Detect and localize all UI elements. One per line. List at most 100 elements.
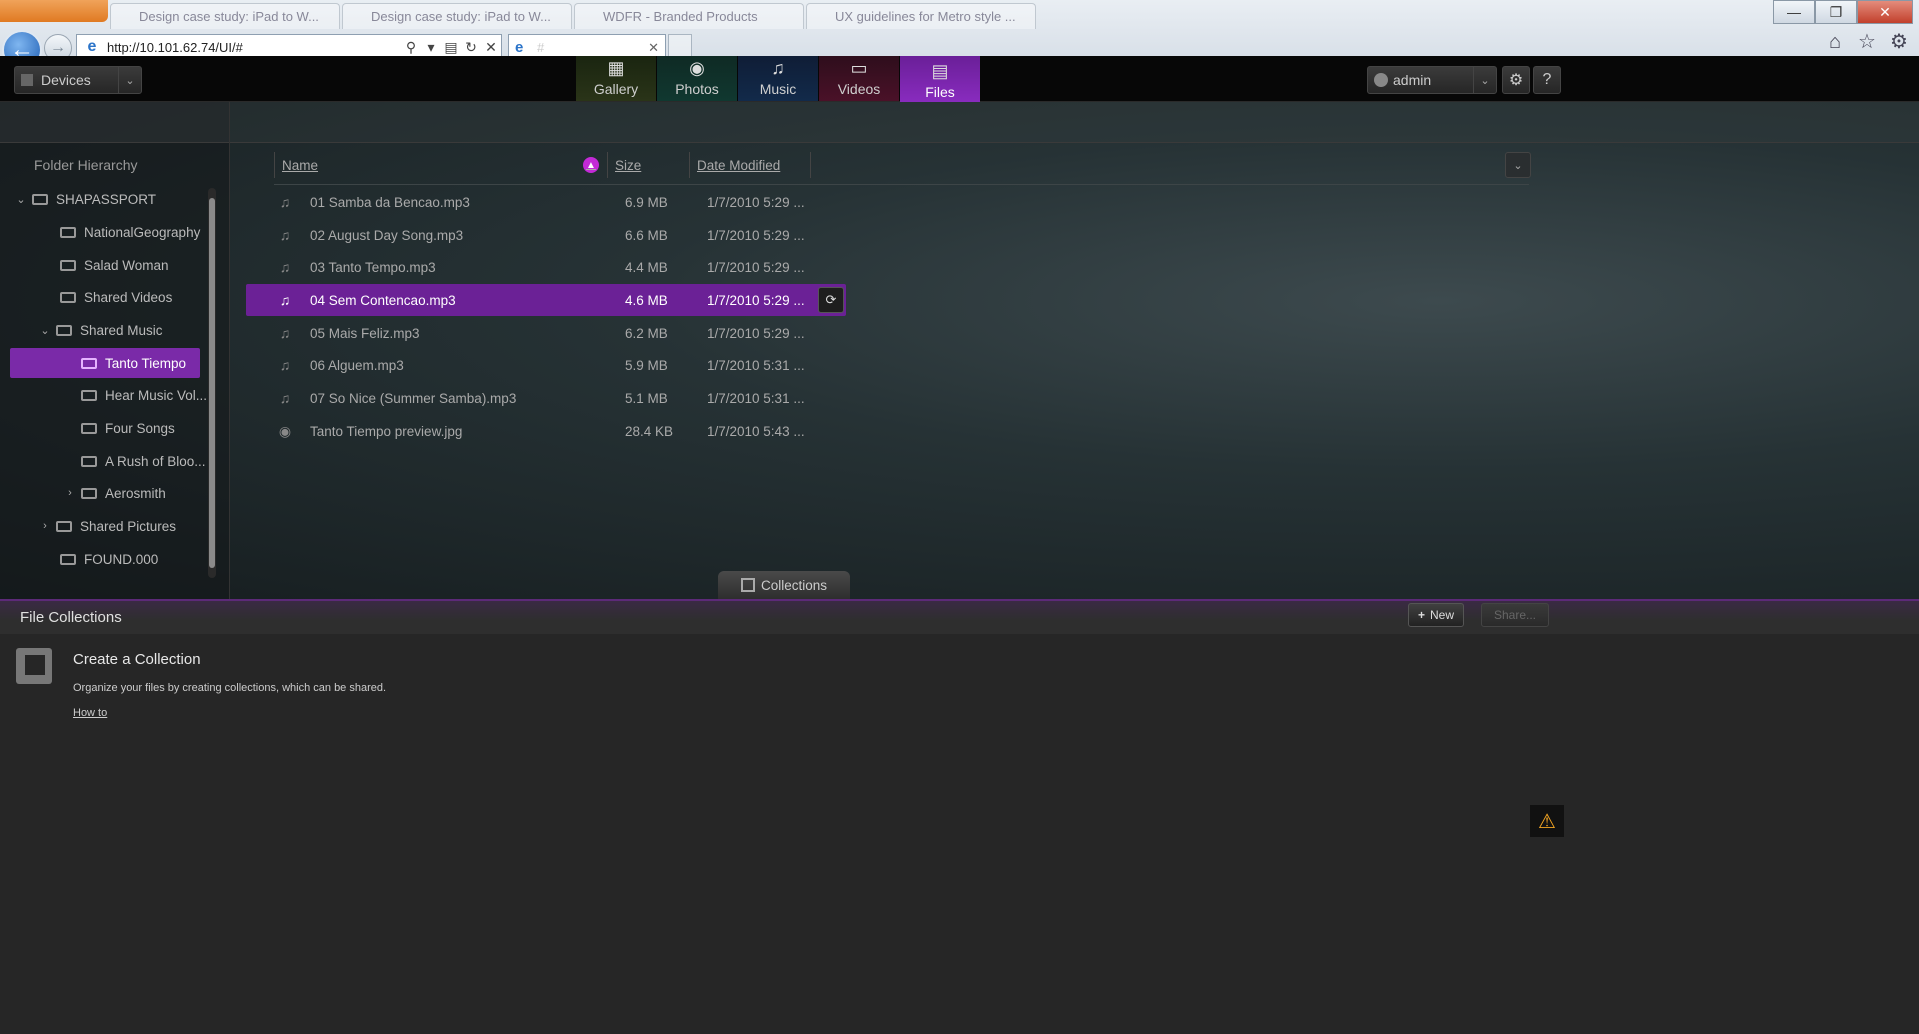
folder-label: A Rush of Bloo... bbox=[105, 453, 206, 469]
file-row[interactable]: ♫ 02 August Day Song.mp3 6.6 MB 1/7/2010… bbox=[246, 219, 846, 251]
address-url[interactable]: http://10.101.62.74/UI/# bbox=[107, 40, 401, 55]
folder-item-shared-pictures[interactable]: › Shared Pictures bbox=[38, 511, 202, 541]
file-date: 1/7/2010 5:29 ... bbox=[707, 227, 805, 243]
music-note-icon: ♫ bbox=[279, 357, 291, 373]
folder-item-rush-of-blood[interactable]: A Rush of Bloo... bbox=[63, 446, 208, 476]
how-to-link[interactable]: How to bbox=[73, 707, 107, 719]
file-row[interactable]: ♫ 06 Alguem.mp3 5.9 MB 1/7/2010 5:31 ... bbox=[246, 349, 846, 381]
maximize-button[interactable]: ❐ bbox=[1815, 0, 1857, 24]
tools-gear-icon[interactable]: ⚙ bbox=[1887, 30, 1911, 54]
collection-icon bbox=[740, 578, 755, 592]
browser-menu-button[interactable] bbox=[0, 0, 108, 22]
file-name: 05 Mais Feliz.mp3 bbox=[310, 325, 420, 341]
collections-tab[interactable]: Collections bbox=[718, 571, 850, 599]
file-size: 6.6 MB bbox=[625, 227, 668, 243]
file-date: 1/7/2010 5:29 ... bbox=[707, 259, 805, 275]
folder-item-nationalgeography[interactable]: NationalGeography bbox=[42, 217, 202, 247]
file-name: 06 Alguem.mp3 bbox=[310, 357, 404, 373]
file-name: 07 So Nice (Summer Samba).mp3 bbox=[310, 390, 517, 406]
folder-item-shapassport[interactable]: ⌄ SHAPASSPORT bbox=[14, 184, 204, 214]
sort-ascending-icon[interactable]: ▲ bbox=[583, 157, 599, 173]
folder-label: Tanto Tiempo bbox=[105, 355, 187, 371]
user-name: admin bbox=[1393, 72, 1432, 88]
tab-label: Videos bbox=[837, 81, 881, 97]
file-row[interactable]: ◉ Tanto Tiempo preview.jpg 28.4 KB 1/7/2… bbox=[246, 415, 846, 447]
file-list-toolbar bbox=[230, 102, 1919, 143]
new-collection-button[interactable]: + New bbox=[1408, 603, 1464, 627]
file-row[interactable]: ♫ 05 Mais Feliz.mp3 6.2 MB 1/7/2010 5:29… bbox=[246, 317, 846, 349]
folder-label: Shared Videos bbox=[84, 289, 173, 305]
file-size: 6.9 MB bbox=[625, 194, 668, 210]
browser-tab[interactable]: Design case study: iPad to W... bbox=[342, 3, 572, 29]
file-date: 1/7/2010 5:31 ... bbox=[707, 357, 805, 373]
file-date: 1/7/2010 5:29 ... bbox=[707, 292, 805, 308]
file-row[interactable]: ♫ 01 Samba da Bencao.mp3 6.9 MB 1/7/2010… bbox=[246, 186, 846, 218]
tab-files[interactable]: ▤ Files bbox=[900, 56, 980, 104]
help-button[interactable]: ? bbox=[1533, 66, 1561, 94]
user-menu[interactable]: admin ⌄ bbox=[1367, 66, 1497, 94]
folder-item-four-songs[interactable]: Four Songs bbox=[63, 413, 208, 443]
folder-icon bbox=[60, 291, 76, 303]
share-button-label: Share... bbox=[1493, 608, 1537, 622]
browser-tab[interactable]: Design case study: iPad to W... bbox=[110, 3, 340, 29]
column-size[interactable]: Size bbox=[607, 152, 689, 178]
tab-photos[interactable]: ◉ Photos bbox=[657, 56, 737, 101]
compat-view-icon[interactable]: ▤ bbox=[441, 37, 461, 57]
file-name: 04 Sem Contencao.mp3 bbox=[310, 292, 456, 308]
gear-icon: ⚙ bbox=[1508, 72, 1524, 89]
chevron-right-icon[interactable]: › bbox=[38, 520, 52, 532]
browser-tab[interactable]: WDFR - Branded Products bbox=[574, 3, 804, 29]
browser-tab[interactable]: UX guidelines for Metro style ... bbox=[806, 3, 1036, 29]
file-date: 1/7/2010 5:29 ... bbox=[707, 325, 805, 341]
tab-label: Music bbox=[759, 81, 797, 97]
column-options-button[interactable]: ⌄ bbox=[1505, 152, 1531, 178]
column-name[interactable]: Name ▲ bbox=[274, 152, 607, 178]
devices-dropdown[interactable]: Devices ⌄ bbox=[14, 66, 142, 94]
minimize-button[interactable]: — bbox=[1773, 0, 1815, 24]
browser-tab-strip: Design case study: iPad to W... Design c… bbox=[110, 3, 1036, 29]
chevron-down-icon[interactable]: ⌄ bbox=[38, 324, 52, 337]
favorites-star-icon[interactable]: ☆ bbox=[1855, 30, 1879, 54]
column-date-modified[interactable]: Date Modified bbox=[689, 152, 811, 178]
file-date: 1/7/2010 5:31 ... bbox=[707, 390, 805, 406]
folder-item-aerosmith[interactable]: › Aerosmith bbox=[63, 478, 208, 508]
search-icon[interactable]: ⚲ bbox=[401, 37, 421, 57]
chevron-down-icon[interactable]: ⌄ bbox=[14, 193, 28, 206]
file-row[interactable]: ♫ 03 Tanto Tempo.mp3 4.4 MB 1/7/2010 5:2… bbox=[246, 251, 846, 283]
active-tab-title: # bbox=[537, 40, 545, 55]
folder-item-found-000[interactable]: FOUND.000 bbox=[42, 544, 202, 574]
folder-item-shared-music[interactable]: ⌄ Shared Music bbox=[38, 315, 202, 345]
scrollbar-thumb[interactable] bbox=[209, 198, 215, 568]
tab-music[interactable]: ♫ Music bbox=[738, 56, 818, 101]
home-icon[interactable]: ⌂ bbox=[1823, 30, 1847, 54]
folder-icon bbox=[81, 422, 97, 434]
folder-icon bbox=[32, 193, 48, 205]
tab-gallery[interactable]: ▦ Gallery bbox=[576, 56, 656, 101]
share-action-icon[interactable]: ⟳ bbox=[818, 287, 844, 313]
file-size: 5.1 MB bbox=[625, 390, 668, 406]
chevron-right-icon[interactable]: › bbox=[63, 487, 77, 499]
settings-button[interactable]: ⚙ bbox=[1502, 66, 1530, 94]
stop-icon[interactable]: ✕ bbox=[481, 37, 501, 57]
tab-videos[interactable]: ▭ Videos bbox=[819, 56, 899, 101]
dropdown-icon[interactable]: ▾ bbox=[421, 37, 441, 57]
file-size: 4.4 MB bbox=[625, 259, 668, 275]
share-collection-button[interactable]: Share... bbox=[1481, 603, 1549, 627]
refresh-icon[interactable]: ↻ bbox=[461, 37, 481, 57]
file-row-selected[interactable]: ♫ 04 Sem Contencao.mp3 4.6 MB 1/7/2010 5… bbox=[246, 284, 846, 316]
document-icon: ▤ bbox=[931, 61, 949, 81]
file-size: 4.6 MB bbox=[625, 292, 668, 308]
folder-item-hear-music[interactable]: Hear Music Vol... bbox=[63, 380, 208, 410]
close-window-button[interactable]: ✕ bbox=[1857, 0, 1913, 24]
folder-item-tanto-tiempo[interactable]: Tanto Tiempo bbox=[10, 348, 200, 378]
music-note-icon: ♫ bbox=[279, 390, 291, 406]
tab-label: Files bbox=[925, 84, 955, 100]
folder-hierarchy-title: Folder Hierarchy bbox=[34, 157, 138, 173]
warning-icon[interactable]: ⚠ bbox=[1530, 805, 1564, 837]
music-note-icon: ♫ bbox=[279, 292, 291, 308]
collection-icon bbox=[16, 648, 52, 684]
folder-item-shared-videos[interactable]: Shared Videos bbox=[42, 282, 202, 312]
folder-item-salad-woman[interactable]: Salad Woman bbox=[42, 250, 202, 280]
file-row[interactable]: ♫ 07 So Nice (Summer Samba).mp3 5.1 MB 1… bbox=[246, 382, 846, 414]
folder-scrollbar[interactable] bbox=[208, 188, 216, 578]
